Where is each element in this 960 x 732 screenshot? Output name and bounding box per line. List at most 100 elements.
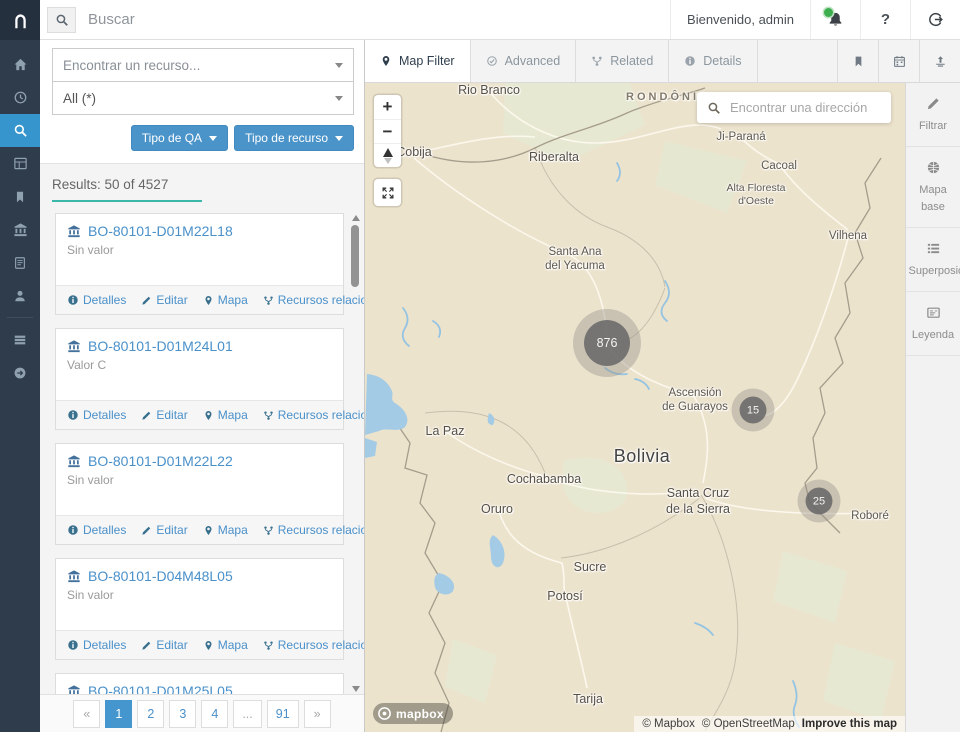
page-button[interactable]: 3 <box>169 700 196 728</box>
zoom-out-button[interactable]: − <box>374 119 401 143</box>
map-place-label: Cochabamba <box>507 472 581 488</box>
resource-type-button[interactable]: Tipo de recurso <box>234 125 354 151</box>
compass-button[interactable] <box>374 143 401 167</box>
notifications-button[interactable] <box>810 0 860 39</box>
map-link[interactable]: Mapa <box>203 293 248 307</box>
edit-link[interactable]: Editar <box>141 638 187 652</box>
export-button[interactable] <box>919 40 960 82</box>
resource-link[interactable]: BO-80101-D01M25L05 <box>67 683 332 694</box>
map-cluster[interactable]: 876 <box>584 320 630 366</box>
resource-link[interactable]: BO-80101-D01M22L18 <box>67 223 332 239</box>
related-resources-link[interactable]: Recursos relacionados <box>263 293 364 307</box>
scroll-down-icon[interactable] <box>352 686 360 692</box>
resource-search-select[interactable]: Encontrar un recurso... <box>52 48 354 82</box>
page-button[interactable]: 1 <box>105 700 132 728</box>
improve-map-link[interactable]: Improve this map <box>802 718 897 730</box>
details-link[interactable]: Detalles <box>67 408 126 422</box>
nav-cards-icon[interactable] <box>0 246 40 279</box>
page-button[interactable]: 4 <box>201 700 228 728</box>
map-link[interactable]: Mapa <box>203 523 248 537</box>
nav-recent-icon[interactable] <box>0 81 40 114</box>
map-place-label: Santa Ana del Yacuma <box>545 245 605 274</box>
pencil-icon <box>141 410 152 421</box>
card-body: BO-80101-D04M48L05 Sin valor <box>56 559 343 630</box>
global-search-input[interactable] <box>88 11 388 28</box>
info-icon <box>684 55 696 67</box>
card-actions: Detalles Editar Mapa Recursos relacionad… <box>56 285 343 314</box>
nav-manage-icon[interactable] <box>0 323 40 356</box>
nav-go-icon[interactable] <box>0 356 40 389</box>
mapbox-logo[interactable]: mapbox <box>373 703 453 724</box>
details-link[interactable]: Detalles <box>67 638 126 652</box>
page-button[interactable]: 2 <box>137 700 164 728</box>
info-icon <box>67 294 79 306</box>
map-link[interactable]: Mapa <box>203 638 248 652</box>
graph-filter-select[interactable]: All (*) <box>52 81 354 115</box>
map-place-label: Sucre <box>574 560 607 576</box>
nav-search-icon[interactable] <box>0 114 40 147</box>
nav-bookmark-icon[interactable] <box>0 180 40 213</box>
mapbox-icon <box>377 706 392 721</box>
zoom-in-button[interactable]: + <box>374 95 401 119</box>
tab-advanced[interactable]: Advanced <box>471 40 577 82</box>
map-place-label: Oruro <box>481 502 513 518</box>
edit-link[interactable]: Editar <box>141 293 187 307</box>
search-icon[interactable] <box>47 7 76 33</box>
resource-link[interactable]: BO-80101-D04M48L05 <box>67 568 332 584</box>
tool-overlays[interactable]: Superposición <box>906 228 960 292</box>
global-search <box>40 0 670 39</box>
tab-details[interactable]: Details <box>669 40 757 82</box>
results-list[interactable]: BO-80101-D01M22L18 Sin valor Detalles Ed… <box>40 211 364 694</box>
map-cluster[interactable]: 15 <box>740 397 767 424</box>
resource-link[interactable]: BO-80101-D01M22L22 <box>67 453 332 469</box>
chevron-down-icon <box>209 136 217 141</box>
results-scrollbar[interactable] <box>351 215 361 692</box>
info-icon <box>67 524 79 536</box>
logout-button[interactable] <box>910 0 960 39</box>
scrollbar-thumb[interactable] <box>351 225 359 287</box>
related-resources-link[interactable]: Recursos relacionados <box>263 523 364 537</box>
nav-profile-icon[interactable] <box>0 279 40 312</box>
saved-searches-button[interactable] <box>837 40 878 82</box>
page-next-button[interactable]: » <box>304 700 331 728</box>
map-canvas[interactable]: Rio BrancoRONDÔNIACobijaRiberaltaJi-Para… <box>365 83 905 732</box>
mapbox-attribution-link[interactable]: © Mapbox <box>642 718 695 730</box>
related-resources-link[interactable]: Recursos relacionados <box>263 638 364 652</box>
arches-logo[interactable] <box>0 0 40 40</box>
nav-home-icon[interactable] <box>0 48 40 81</box>
map-zoom-control: + − <box>374 95 401 167</box>
resource-link[interactable]: BO-80101-D01M24L01 <box>67 338 332 354</box>
map-pin-icon <box>203 410 214 421</box>
related-resources-link[interactable]: Recursos relacionados <box>263 408 364 422</box>
map-labels-layer: Rio BrancoRONDÔNIACobijaRiberaltaJi-Para… <box>365 83 905 732</box>
map-link[interactable]: Mapa <box>203 408 248 422</box>
scroll-up-icon[interactable] <box>352 215 360 221</box>
details-link[interactable]: Detalles <box>67 523 126 537</box>
tool-legend[interactable]: Leyenda <box>906 292 960 356</box>
time-filter-button[interactable] <box>878 40 919 82</box>
pencil-icon <box>141 525 152 536</box>
tab-related[interactable]: Related <box>576 40 669 82</box>
fork-icon <box>263 410 274 421</box>
tab-map-filter[interactable]: Map Filter <box>365 40 471 82</box>
page-prev-button[interactable]: « <box>73 700 100 728</box>
tool-filter[interactable]: Filtrar <box>906 83 960 147</box>
map-place-label: Cacoal <box>761 159 797 173</box>
qa-type-button[interactable]: Tipo de QA <box>131 125 228 151</box>
details-link[interactable]: Detalles <box>67 293 126 307</box>
edit-link[interactable]: Editar <box>141 408 187 422</box>
edit-link[interactable]: Editar <box>141 523 187 537</box>
geocoder-input[interactable] <box>730 100 881 115</box>
tool-basemap[interactable]: Mapa base <box>906 147 960 228</box>
nav-resources-icon[interactable] <box>0 213 40 246</box>
map-cluster[interactable]: 25 <box>806 488 833 515</box>
result-card: BO-80101-D01M22L18 Sin valor Detalles Ed… <box>55 213 344 315</box>
chevron-down-icon <box>335 136 343 141</box>
bank-icon <box>67 569 81 583</box>
nav-forms-icon[interactable] <box>0 147 40 180</box>
graph-filter-value: All (*) <box>63 91 96 106</box>
fullscreen-button[interactable] <box>374 179 401 206</box>
page-button[interactable]: 91 <box>267 700 299 728</box>
osm-attribution-link[interactable]: © OpenStreetMap <box>702 718 795 730</box>
help-button[interactable]: ? <box>860 0 910 39</box>
